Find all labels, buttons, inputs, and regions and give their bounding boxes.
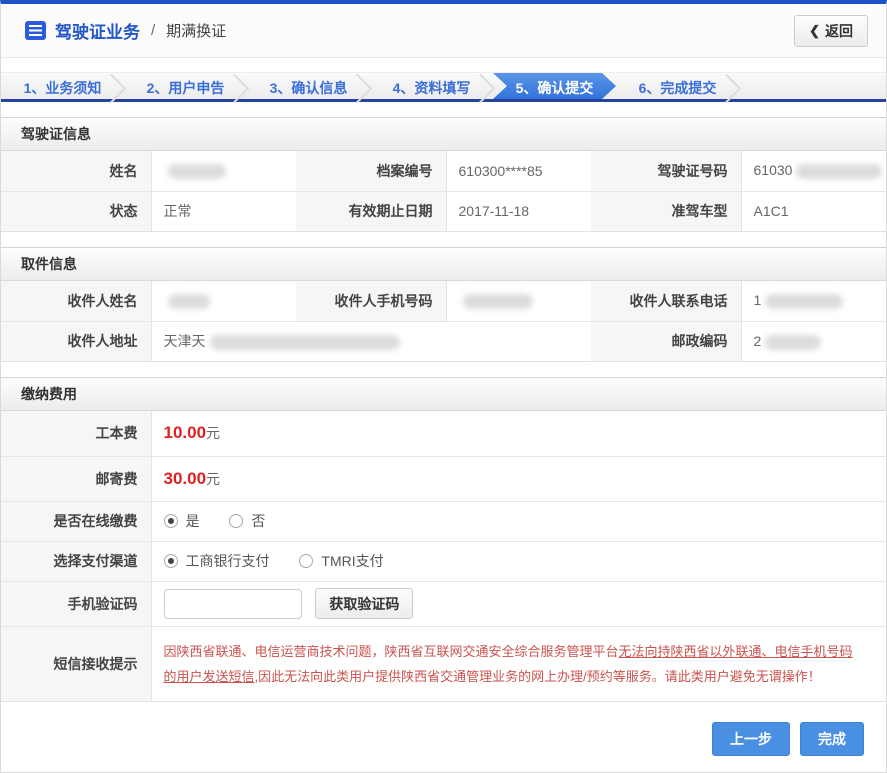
- step-4-fill-data[interactable]: 4、资料填写: [370, 73, 493, 99]
- radio-unselected-icon: [299, 554, 314, 568]
- header-bar: 驾驶证业务 / 期满换证 ❮ 返回: [1, 4, 886, 58]
- table-row: 工本费 10.00元: [1, 411, 886, 457]
- table-row: 是否在线缴费 是 否: [1, 501, 886, 542]
- postage-fee-amount: 30.00: [163, 468, 207, 488]
- payment-channel-label: 选择支付渠道: [1, 541, 152, 582]
- production-fee-value: 10.00元: [151, 411, 886, 457]
- radio-selected-icon: [163, 554, 178, 568]
- recipient-name-label: 收件人姓名: [1, 281, 152, 322]
- page-container: 驾驶证业务 / 期满换证 ❮ 返回 1、业务须知 2、用户申告 3、确认信息 4…: [0, 0, 887, 773]
- production-fee-label: 工本费: [1, 411, 152, 457]
- breadcrumb-section: 驾驶证业务: [55, 23, 140, 42]
- table-row: 状态 正常 有效期止日期 2017-11-18 准驾车型 A1C1: [1, 191, 886, 231]
- table-row: 手机验证码 获取验证码: [1, 581, 886, 627]
- recipient-address-value: 天津天: [151, 321, 591, 361]
- chevron-left-icon: ❮: [809, 22, 820, 38]
- step-2-user-declaration[interactable]: 2、用户申告: [124, 73, 247, 99]
- postal-code-value: 2: [741, 321, 886, 361]
- online-payment-label: 是否在线缴费: [1, 501, 152, 542]
- table-row: 短信接收提示 因陕西省联通、电信运营商技术问题，陕西省互联网交通安全综合服务管理…: [1, 626, 886, 702]
- pickup-section-title: 取件信息: [1, 248, 886, 281]
- online-payment-options: 是 否: [151, 501, 886, 542]
- breadcrumb-separator: /: [151, 22, 156, 39]
- breadcrumb-current: 期满换证: [166, 23, 227, 40]
- sms-notice-cell: 因陕西省联通、电信运营商技术问题，陕西省互联网交通安全综合服务管理平台无法向持陕…: [151, 626, 886, 702]
- recipient-mobile-value: [446, 281, 591, 322]
- back-button-label: 返回: [825, 22, 853, 39]
- status-label: 状态: [1, 191, 152, 231]
- vehicle-class-label: 准驾车型: [591, 191, 742, 231]
- redacted-name-value: [167, 164, 226, 180]
- postage-fee-label: 邮寄费: [1, 456, 152, 502]
- recipient-mobile-label: 收件人手机号码: [296, 281, 447, 322]
- postage-fee-value: 30.00元: [151, 456, 886, 502]
- license-section-title: 驾驶证信息: [1, 118, 886, 151]
- table-row: 姓名 档案编号 610300****85 驾驶证号码 61030: [1, 151, 886, 192]
- footer-actions: 上一步 完成: [1, 702, 886, 772]
- radio-selected-icon: [163, 514, 178, 528]
- license-info-table: 姓名 档案编号 610300****85 驾驶证号码 61030 状态 正常 有…: [1, 151, 886, 231]
- payment-channel-options: 工商银行支付 TMRI支付: [151, 541, 886, 582]
- redacted-license-number: [796, 164, 883, 180]
- payment-section-title: 缴纳费用: [1, 378, 886, 411]
- recipient-phone-label: 收件人联系电话: [591, 281, 742, 322]
- name-label: 姓名: [1, 151, 152, 192]
- step-wizard: 1、业务须知 2、用户申告 3、确认信息 4、资料填写 5、确认提交 6、完成提…: [1, 72, 886, 102]
- payment-table: 工本费 10.00元 邮寄费 30.00元 是否在线缴费 是 否 选择支付渠道 …: [1, 411, 886, 702]
- breadcrumb: 驾驶证业务 / 期满换证: [25, 18, 226, 43]
- postage-fee-unit: 元: [206, 470, 221, 487]
- sms-code-label: 手机验证码: [1, 581, 152, 627]
- table-row: 收件人姓名 收件人手机号码 收件人联系电话 1: [1, 281, 886, 322]
- step-6-complete-submit[interactable]: 6、完成提交: [616, 73, 739, 99]
- table-row: 选择支付渠道 工商银行支付 TMRI支付: [1, 541, 886, 582]
- table-row: 收件人地址 天津天 邮政编码 2: [1, 321, 886, 361]
- recipient-phone-value: 1: [741, 281, 886, 322]
- step-3-confirm-info[interactable]: 3、确认信息: [247, 73, 370, 99]
- redacted-recipient-name: [167, 294, 210, 310]
- sms-code-input[interactable]: [163, 588, 302, 619]
- step-1-business-notes[interactable]: 1、业务须知: [1, 73, 124, 99]
- payment-section: 缴纳费用 工本费 10.00元 邮寄费 30.00元 是否在线缴费 是 否 选择…: [1, 377, 886, 703]
- name-value: [151, 151, 296, 192]
- redacted-recipient-mobile: [462, 294, 533, 310]
- recipient-name-value: [151, 281, 296, 322]
- file-number-label: 档案编号: [296, 151, 447, 192]
- expiry-date-value: 2017-11-18: [446, 191, 591, 231]
- radio-channel-icbc[interactable]: 工商银行支付: [163, 551, 270, 571]
- table-row: 邮寄费 30.00元: [1, 456, 886, 502]
- sms-notice-label: 短信接收提示: [1, 626, 152, 702]
- get-code-button[interactable]: 获取验证码: [315, 588, 414, 619]
- sms-notice-text: 因陕西省联通、电信运营商技术问题，陕西省互联网交通安全综合服务管理平台无法向持陕…: [163, 643, 853, 684]
- pickup-info-table: 收件人姓名 收件人手机号码 收件人联系电话 1 收件人地址 天津天 邮政编码 2: [1, 281, 886, 361]
- postal-code-label: 邮政编码: [591, 321, 742, 361]
- redacted-recipient-phone: [765, 294, 844, 310]
- previous-step-button[interactable]: 上一步: [712, 722, 790, 757]
- vehicle-class-value: A1C1: [741, 191, 886, 231]
- license-info-section: 驾驶证信息 姓名 档案编号 610300****85 驾驶证号码 61030 状…: [1, 117, 886, 232]
- radio-pay-online-yes[interactable]: 是: [163, 511, 200, 531]
- expiry-date-label: 有效期止日期: [296, 191, 447, 231]
- step-5-confirm-submit[interactable]: 5、确认提交: [493, 73, 616, 99]
- license-number-label: 驾驶证号码: [591, 151, 742, 192]
- back-button[interactable]: ❮ 返回: [794, 14, 868, 47]
- radio-unselected-icon: [229, 514, 244, 528]
- radio-pay-online-no[interactable]: 否: [229, 511, 265, 531]
- license-number-value: 61030: [741, 151, 886, 192]
- license-business-list-icon: [25, 21, 46, 40]
- recipient-address-label: 收件人地址: [1, 321, 152, 361]
- radio-channel-tmri[interactable]: TMRI支付: [299, 551, 384, 571]
- production-fee-unit: 元: [206, 425, 221, 442]
- production-fee-amount: 10.00: [163, 423, 207, 443]
- file-number-value: 610300****85: [446, 151, 591, 192]
- sms-code-cell: 获取验证码: [151, 581, 886, 627]
- step-bar: 1、业务须知 2、用户申告 3、确认信息 4、资料填写 5、确认提交 6、完成提…: [1, 72, 886, 102]
- pickup-info-section: 取件信息 收件人姓名 收件人手机号码 收件人联系电话 1 收件人地址 天津天 邮…: [1, 247, 886, 362]
- redacted-recipient-address: [209, 335, 400, 351]
- status-value: 正常: [151, 191, 296, 231]
- finish-button[interactable]: 完成: [800, 722, 864, 757]
- redacted-postal-code: [765, 334, 822, 350]
